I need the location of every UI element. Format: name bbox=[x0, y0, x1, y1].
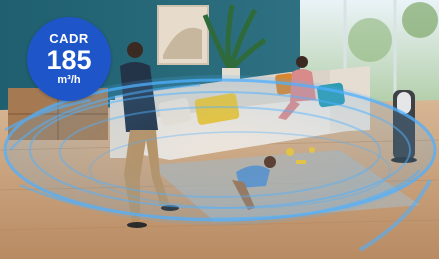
cadr-badge: CADR 185 m³/h bbox=[27, 17, 111, 101]
cadr-unit: m³/h bbox=[57, 73, 81, 86]
cadr-value: 185 bbox=[46, 44, 92, 75]
product-marketing-image: CADR 185 m³/h bbox=[0, 0, 439, 259]
cadr-label: CADR bbox=[49, 30, 89, 46]
